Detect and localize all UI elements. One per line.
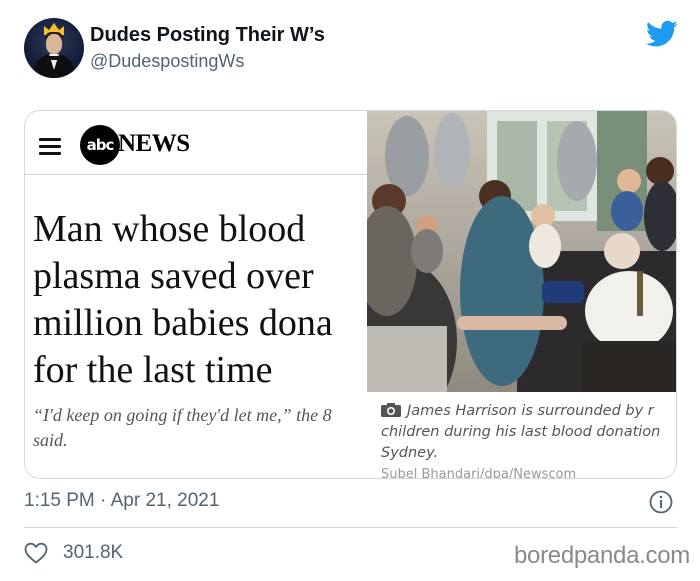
caption-line: James Harrison is surrounded by r [381, 401, 676, 422]
news-header: abc NEWS [25, 111, 367, 175]
photo-panel: James Harrison is surrounded by r childr… [367, 111, 676, 479]
caption-text: James Harrison is surrounded by r [407, 403, 654, 419]
menu-icon [39, 138, 61, 155]
watermark: boredpanda.com [514, 542, 690, 569]
caption-line: children during his last blood donation [381, 424, 661, 440]
outlet-name: NEWS [118, 130, 190, 157]
quote-line: said. [33, 430, 68, 450]
article-photo [367, 111, 676, 392]
like-count: 301.8K [63, 542, 124, 563]
headline-line: million babies dona [33, 302, 333, 344]
headline-line: for the last time [33, 349, 273, 391]
article-headline: Man whose blood plasma saved over millio… [33, 206, 367, 394]
info-icon[interactable] [649, 490, 673, 514]
media-card[interactable]: abc NEWS Man whose blood plasma saved ov… [24, 110, 677, 479]
article-subheadline: “I'd keep on going if they'd let me,” th… [33, 403, 363, 453]
photo-credit: Subel Bhandari/dpa/Newscom [381, 467, 577, 479]
avatar-face [46, 34, 62, 54]
heart-icon[interactable] [24, 542, 48, 564]
twitter-bird-icon[interactable] [646, 20, 678, 48]
headline-line: plasma saved over [33, 255, 314, 297]
avatar[interactable] [24, 18, 84, 78]
quote-line: “I'd keep on going if they'd let me,” th… [33, 405, 332, 425]
display-name[interactable]: Dudes Posting Their W’s [90, 24, 325, 47]
like-button[interactable]: 301.8K [24, 540, 144, 568]
tweet: Dudes Posting Their W’s @DudespostingWs … [0, 0, 700, 581]
bow-tie-icon [49, 56, 59, 60]
photo-caption: James Harrison is surrounded by r childr… [381, 401, 676, 464]
user-handle[interactable]: @DudespostingWs [90, 51, 244, 72]
headline-line: Man whose blood [33, 208, 306, 250]
camera-icon [381, 403, 401, 417]
caption-line: Sydney. [381, 445, 439, 461]
divider [24, 527, 677, 528]
abc-logo: abc [80, 125, 120, 165]
tweet-timestamp[interactable]: 1:15 PM · Apr 21, 2021 [24, 490, 219, 512]
article-panel: abc NEWS Man whose blood plasma saved ov… [25, 111, 367, 478]
